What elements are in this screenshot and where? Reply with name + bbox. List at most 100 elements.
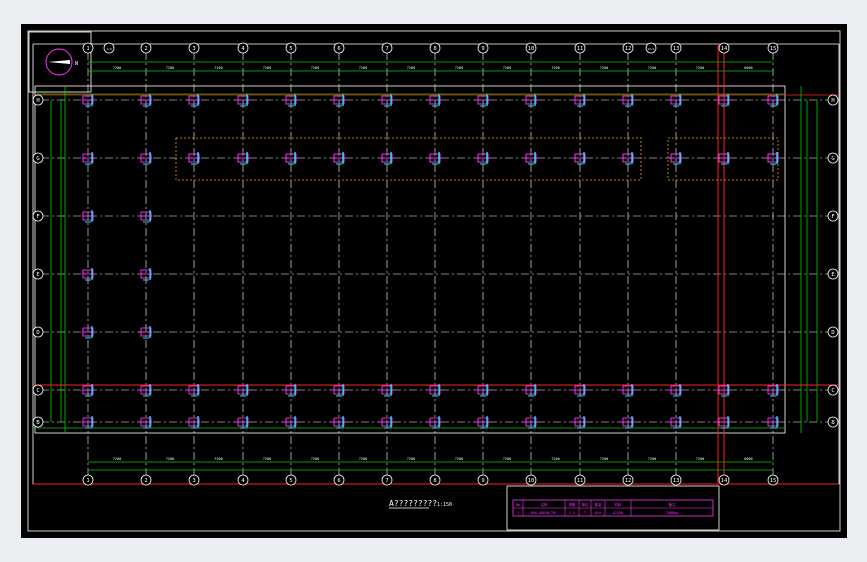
column-axis-bubble: 9 — [477, 474, 489, 486]
dimension-label-bottom: 7200 — [359, 457, 367, 461]
column-axis-bubble: 1 — [82, 474, 94, 486]
row-axis-label: E — [831, 272, 834, 278]
anchor-bolt-group — [525, 384, 537, 397]
column-axis-bubble: 13 — [670, 42, 682, 54]
dimension-label-top: 7200 — [113, 66, 121, 70]
column-axis-label: 3 — [192, 478, 195, 484]
anchor-bolt-group — [477, 94, 489, 107]
column-axis-label: 12 — [625, 478, 632, 484]
column-axis-bubble: 15 — [767, 474, 779, 486]
anchor-bolt-group — [188, 94, 200, 107]
schedule-header-cell: 材料 — [615, 502, 622, 507]
foundation-plan-drawing[interactable]: N 7200 7200 7200 7200 7200 7200 7200 7200 7200 720… — [21, 24, 847, 538]
column-axis-bubble: 3 — [188, 42, 200, 54]
anchor-bolt-group — [670, 94, 682, 107]
column-axis-label: 14 — [721, 478, 728, 484]
row-axis-bubble: D — [32, 326, 44, 338]
column-axis-label: 3 — [192, 46, 195, 52]
anchor-bolt-group — [285, 152, 297, 165]
column-axis-bubble: 4 — [237, 42, 249, 54]
drawing-title: A????????? 1:150 — [389, 499, 452, 509]
drawing-sheet: N 7200 7200 7200 7200 7200 7200 7200 7200 7200 720… — [21, 24, 847, 538]
anchor-bolt-group — [333, 94, 345, 107]
dimension-label-bottom: 7200 — [311, 457, 319, 461]
column-axis-bubble: 1 — [82, 42, 94, 54]
anchor-bolt-group — [140, 384, 152, 397]
schedule-data-cell: 1 — [517, 511, 519, 515]
column-axis-bubble: 6 — [333, 42, 345, 54]
anchor-bolt-group — [670, 416, 682, 429]
dimension-label-top: 7200 — [166, 66, 174, 70]
anchor-bolt-group — [82, 94, 94, 107]
dimension-label-top: 7200 — [503, 66, 511, 70]
anchor-bolt-group — [333, 384, 345, 397]
anchor-bolt-group — [82, 326, 94, 339]
north-arrow-letter: N — [75, 61, 78, 67]
column-axis-bubble: 15 — [767, 42, 779, 54]
column-axis-label: 2 — [144, 46, 147, 52]
column-axis-label: 13 — [673, 46, 680, 52]
anchor-bolt-group — [381, 416, 393, 429]
schedule-header-cell: No — [516, 503, 520, 507]
column-axis-label: 8 — [433, 46, 436, 52]
anchor-bolt-group — [140, 152, 152, 165]
column-axis-label: 6 — [337, 478, 340, 484]
column-axis-label: 2 — [144, 478, 147, 484]
anchor-bolt-group — [477, 152, 489, 165]
dimension-label-top: 7200 — [263, 66, 271, 70]
anchor-bolt-group — [622, 94, 634, 107]
column-axis-bubble: 7 — [381, 42, 393, 54]
anchor-bolt-group — [718, 384, 730, 397]
column-axis-label: 10 — [528, 46, 535, 52]
schedule-data-cell: Q235B — [613, 511, 623, 515]
schedule-data-cell: 个 — [583, 510, 587, 515]
anchor-bolt-group — [140, 94, 152, 107]
anchor-bolt-group — [670, 384, 682, 397]
anchor-bolt-group — [525, 152, 537, 165]
anchor-bolt-group — [525, 94, 537, 107]
anchor-bolt-group — [381, 152, 393, 165]
column-axis-label: 9 — [481, 478, 484, 484]
dimension-label-bottom: 7200 — [696, 457, 704, 461]
column-axis-label: 12 — [625, 46, 632, 52]
dimension-label-top: 7200 — [311, 66, 319, 70]
dimension-label-top: 7200 — [600, 66, 608, 70]
anchor-bolt-groups — [82, 94, 779, 429]
anchor-bolt-group — [767, 94, 779, 107]
row-axis-label: H — [36, 98, 39, 104]
anchor-bolt-group — [140, 416, 152, 429]
row-axis-bubble: F — [827, 210, 839, 222]
anchor-bolt-group — [285, 384, 297, 397]
dimension-label-bottom: 7200 — [113, 457, 121, 461]
anchor-bolt-group — [188, 384, 200, 397]
dimension-label-top: 7200 — [359, 66, 367, 70]
anchor-bolt-group — [718, 94, 730, 107]
dimension-label-top: 6000 — [744, 66, 752, 70]
column-axis-label: 5 — [289, 46, 292, 52]
row-axis-bubble: C — [32, 384, 44, 396]
column-axis-label: 6 — [337, 46, 340, 52]
schedule-header-cell: 规格 — [569, 502, 576, 507]
column-axis-bubble: 10 — [525, 474, 537, 486]
dimension-label-bottom: 7200 — [263, 457, 271, 461]
anchor-bolt-group — [237, 152, 249, 165]
column-axis-label: 11 — [577, 46, 584, 52]
north-arrow-pointer — [48, 60, 70, 64]
anchor-bolt-group — [82, 152, 94, 165]
schedule-data-cell: 7080kg — [666, 511, 678, 515]
column-axis-label: 1 — [86, 46, 89, 52]
anchor-bolt-group — [429, 152, 441, 165]
sub-axis-label: 12/1 — [647, 47, 654, 51]
anchor-bolt-group — [82, 416, 94, 429]
anchor-bolt-group — [429, 94, 441, 107]
row-axis-label: D — [36, 330, 39, 336]
column-axis-bubble: 10 — [525, 42, 537, 54]
row-axis-bubble: H — [32, 94, 44, 106]
column-axis-label: 14 — [721, 46, 728, 52]
dimension-label-top: 7200 — [648, 66, 656, 70]
column-axis-bubble: 12 — [622, 42, 634, 54]
anchor-bolt-group — [622, 384, 634, 397]
anchor-bolt-group — [82, 384, 94, 397]
anchor-bolt-group — [333, 152, 345, 165]
anchor-bolt-group — [574, 384, 586, 397]
